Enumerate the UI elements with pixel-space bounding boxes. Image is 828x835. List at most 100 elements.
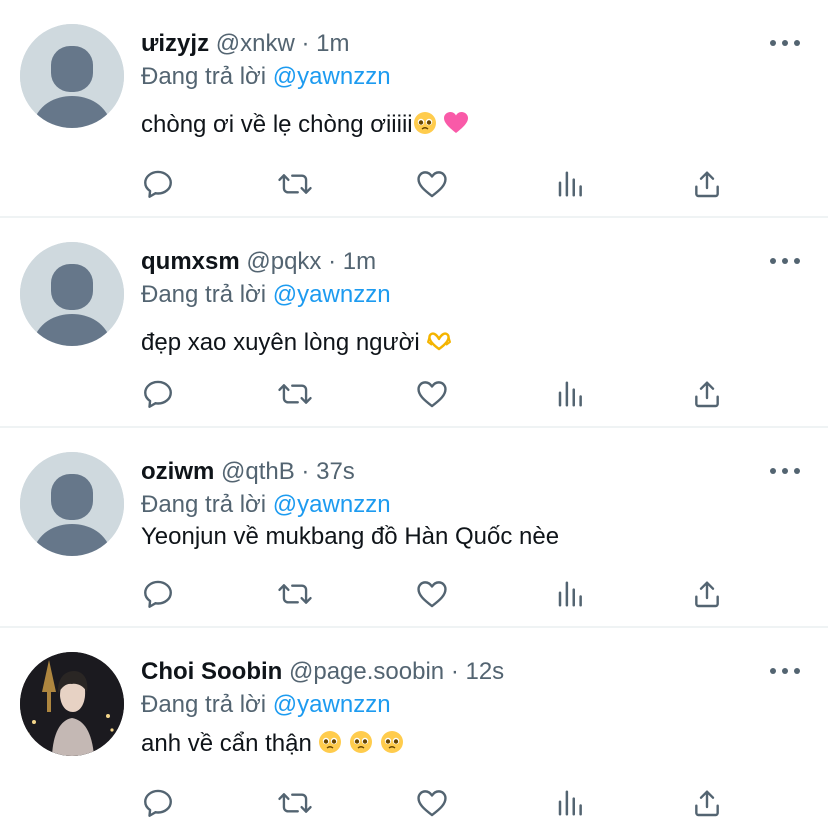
tweet-header: Choi Soobin @page.soobin · 12s: [141, 656, 504, 688]
timestamp[interactable]: 1m: [343, 248, 376, 275]
timestamp[interactable]: 37s: [316, 458, 355, 485]
more-options-button[interactable]: [770, 658, 800, 684]
more-icon: [770, 258, 776, 264]
default-avatar-icon: [20, 452, 124, 556]
default-avatar-icon: [20, 24, 124, 128]
display-name[interactable]: oziwm: [141, 458, 214, 485]
pink-heart-emoji-icon: [443, 111, 469, 144]
timestamp[interactable]: 12s: [465, 658, 504, 685]
display-name[interactable]: ưizyjz: [141, 30, 209, 57]
like-button[interactable]: [414, 166, 450, 202]
more-icon: [770, 668, 776, 674]
avatar[interactable]: [20, 24, 124, 128]
like-button[interactable]: [414, 576, 450, 612]
tweet-text: anh về cẩn thận: [141, 728, 404, 763]
more-options-button[interactable]: [770, 248, 800, 274]
share-icon: [695, 171, 719, 198]
mention-link[interactable]: @yawnzzn: [273, 491, 391, 518]
display-name[interactable]: Choi Soobin: [141, 658, 282, 685]
heart-icon: [417, 171, 447, 198]
retweet-button[interactable]: [277, 785, 313, 821]
retweet-button[interactable]: [277, 576, 313, 612]
mention-link[interactable]: @yawnzzn: [273, 63, 391, 90]
views-button[interactable]: [552, 785, 588, 821]
user-handle[interactable]: @qthB: [221, 458, 295, 485]
tweet-text-content: anh về cẩn thận: [141, 730, 312, 757]
tweet-header: ưizyjz @xnkw · 1m: [141, 28, 349, 60]
display-name[interactable]: qumxsm: [141, 248, 240, 275]
mention-link[interactable]: @yawnzzn: [273, 281, 391, 308]
replying-to: Đang trả lời @yawnzzn: [141, 489, 391, 521]
tweet-text-content: đẹp xao xuyên lòng người: [141, 329, 420, 356]
replying-to-label: Đang trả lời: [141, 281, 267, 308]
separator-dot: ·: [301, 30, 310, 57]
retweet-icon: [278, 384, 312, 404]
default-avatar-icon: [20, 242, 124, 346]
tweet[interactable]: oziwm @qthB · 37s Đang trả lời @yawnzzn …: [0, 428, 828, 628]
tweet-actions: [140, 376, 720, 412]
retweet-icon: [278, 174, 312, 194]
views-button[interactable]: [552, 576, 588, 612]
retweet-icon: [278, 584, 312, 604]
tweet-text: chòng ơi về lẹ chòng ơiiiii: [141, 109, 469, 144]
views-button[interactable]: [552, 166, 588, 202]
avatar[interactable]: [20, 242, 124, 346]
share-icon: [695, 581, 719, 608]
replying-to: Đang trả lời @yawnzzn: [141, 689, 391, 721]
replying-to-label: Đang trả lời: [141, 691, 267, 718]
share-button[interactable]: [689, 785, 725, 821]
tweet-header: oziwm @qthB · 37s: [141, 456, 355, 488]
share-icon: [695, 381, 719, 408]
more-icon: [770, 40, 776, 46]
tweet[interactable]: Choi Soobin @page.soobin · 12s Đang trả …: [0, 628, 828, 835]
reply-icon: [144, 170, 172, 198]
user-handle[interactable]: @pqkx: [246, 248, 321, 275]
replying-to-label: Đang trả lời: [141, 491, 267, 518]
timestamp[interactable]: 1m: [316, 30, 349, 57]
heart-hands-emoji-icon: [426, 329, 452, 362]
more-options-button[interactable]: [770, 30, 800, 56]
separator-dot: ·: [450, 658, 459, 685]
heart-icon: [417, 581, 447, 608]
more-options-button[interactable]: [770, 458, 800, 484]
pleading-face-emoji-icon: [413, 111, 437, 144]
mention-link[interactable]: @yawnzzn: [273, 691, 391, 718]
reply-icon: [144, 580, 172, 608]
tweet-text-content: Yeonjun về mukbang đồ Hàn Quốc nèe: [141, 523, 560, 550]
pleading-face-emoji-icon: [318, 730, 342, 763]
tweet[interactable]: qumxsm @pqkx · 1m Đang trả lời @yawnzzn …: [0, 218, 828, 428]
retweet-button[interactable]: [277, 166, 313, 202]
replying-to: Đang trả lời @yawnzzn: [141, 279, 391, 311]
separator-dot: ·: [328, 248, 337, 275]
share-icon: [695, 790, 719, 817]
like-button[interactable]: [414, 785, 450, 821]
user-handle[interactable]: @xnkw: [216, 30, 295, 57]
reply-button[interactable]: [140, 376, 176, 412]
tweet-actions: [140, 576, 720, 612]
tweet[interactable]: ưizyjz @xnkw · 1m Đang trả lời @yawnzzn …: [0, 0, 828, 218]
reply-button[interactable]: [140, 785, 176, 821]
profile-photo-icon: [20, 652, 124, 756]
reply-icon: [144, 789, 172, 817]
replying-to: Đang trả lời @yawnzzn: [141, 61, 391, 93]
views-button[interactable]: [552, 376, 588, 412]
share-button[interactable]: [689, 576, 725, 612]
retweet-button[interactable]: [277, 376, 313, 412]
share-button[interactable]: [689, 376, 725, 412]
pleading-face-emoji-icon: [380, 730, 404, 763]
tweet-text: đẹp xao xuyên lòng người: [141, 327, 452, 362]
pleading-face-emoji-icon: [349, 730, 373, 763]
like-button[interactable]: [414, 376, 450, 412]
user-handle[interactable]: @page.soobin: [289, 658, 444, 685]
avatar[interactable]: [20, 652, 124, 756]
share-button[interactable]: [689, 166, 725, 202]
heart-icon: [417, 381, 447, 408]
tweet-actions: [140, 785, 720, 821]
tweet-text: Yeonjun về mukbang đồ Hàn Quốc nèe: [141, 521, 559, 553]
reply-button[interactable]: [140, 576, 176, 612]
reply-button[interactable]: [140, 166, 176, 202]
retweet-icon: [278, 793, 312, 813]
views-icon: [558, 171, 582, 197]
avatar[interactable]: [20, 452, 124, 556]
views-icon: [558, 381, 582, 407]
